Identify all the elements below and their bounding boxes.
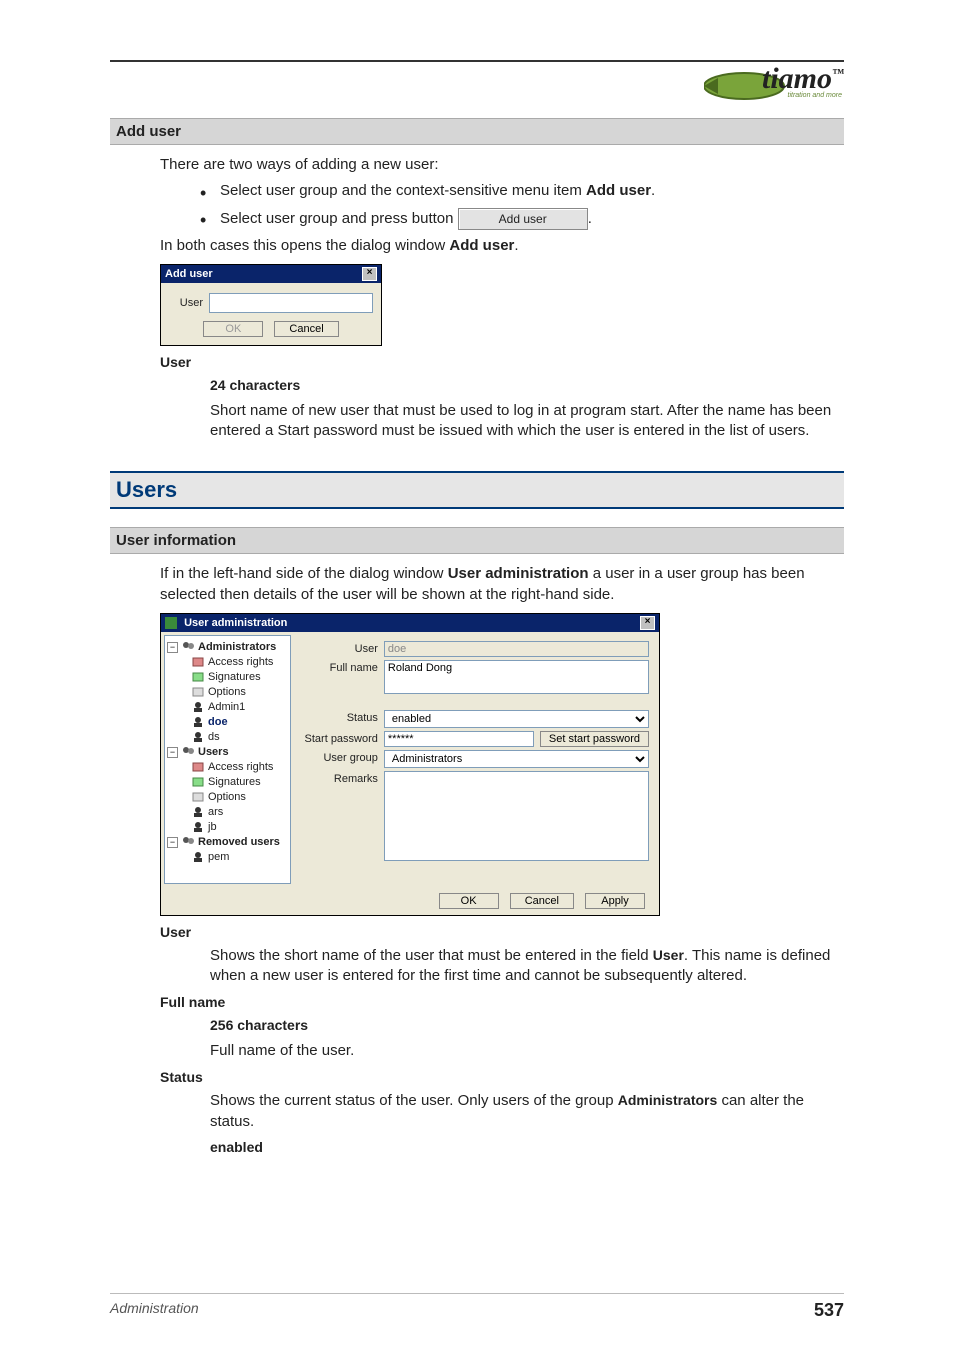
access-rights-icon (191, 761, 205, 773)
users-field-user-title: User (160, 924, 844, 940)
close-icon[interactable]: × (640, 616, 655, 630)
section-heading-add-user: Add user (110, 118, 844, 145)
user-info-intro: If in the left-hand side of the dialog w… (160, 564, 844, 605)
add-user-dialog-ok-button[interactable]: OK (203, 321, 263, 337)
user-admin-tree[interactable]: − Administrators Access rights Signature… (164, 635, 291, 884)
brand-tm: ™ (832, 66, 844, 80)
tree-user-doe[interactable]: doe (167, 715, 288, 730)
field-user-limit: 24 characters (210, 376, 844, 395)
add-user-dialog: Add user × User OK Cancel (160, 264, 382, 346)
users-group-icon (181, 746, 195, 758)
collapse-icon[interactable]: − (167, 747, 178, 758)
field-user-title: User (160, 354, 844, 370)
user-icon (191, 701, 205, 713)
ua-user-label: User (298, 641, 378, 655)
close-icon[interactable]: × (362, 267, 377, 281)
ua-user-field (384, 641, 649, 657)
tree-access-rights[interactable]: Access rights (167, 655, 288, 670)
ua-startpw-field[interactable] (384, 731, 534, 747)
users-field-fullname-title: Full name (160, 994, 844, 1010)
heading-users: Users (110, 471, 844, 509)
user-admin-dialog: User administration × − Administrators A… (160, 613, 660, 916)
app-icon (165, 617, 177, 629)
tree-user-ds[interactable]: ds (167, 730, 288, 745)
ua-fullname-field[interactable] (384, 660, 649, 694)
section-heading-user-information: User information (110, 527, 844, 554)
ua-remarks-label: Remarks (298, 771, 378, 785)
ua-apply-button[interactable]: Apply (585, 893, 645, 909)
brand-tagline: titration and more (788, 92, 842, 99)
add-user-both-cases: In both cases this opens the dialog wind… (160, 236, 844, 256)
footer-page-number: 537 (814, 1300, 844, 1321)
add-user-dialog-user-label: User (169, 297, 203, 309)
users-group-icon (181, 836, 195, 848)
brand-logo: tiamo™ titration and more (110, 68, 844, 108)
users-field-status-title: Status (160, 1069, 844, 1085)
ua-group-select[interactable]: Administrators (384, 750, 649, 768)
ua-startpw-label: Start password (298, 731, 378, 745)
ua-group-label: User group (298, 750, 378, 764)
tree-options-2[interactable]: Options (167, 790, 288, 805)
tree-user-jb[interactable]: jb (167, 820, 288, 835)
options-icon (191, 686, 205, 698)
users-field-status-enabled: enabled (210, 1138, 844, 1157)
footer-section: Administration (110, 1300, 199, 1321)
tree-options[interactable]: Options (167, 685, 288, 700)
tree-group-administrators[interactable]: − Administrators (167, 640, 288, 655)
user-icon (191, 716, 205, 728)
user-icon (191, 806, 205, 818)
add-user-dialog-title: Add user (165, 268, 213, 280)
tree-access-rights-2[interactable]: Access rights (167, 760, 288, 775)
user-admin-form: User Full name Status enabled Start pass… (294, 632, 659, 887)
collapse-icon[interactable]: − (167, 837, 178, 848)
tree-group-removed[interactable]: − Removed users (167, 835, 288, 850)
field-user-desc: Short name of new user that must be used… (210, 401, 844, 442)
users-group-icon (181, 641, 195, 653)
ua-status-label: Status (298, 710, 378, 724)
tree-user-pem[interactable]: pem (167, 850, 288, 865)
users-field-fullname-desc: Full name of the user. (210, 1041, 844, 1061)
add-user-button-img: Add user (458, 208, 588, 230)
users-field-status-desc: Shows the current status of the user. On… (210, 1091, 844, 1132)
tree-signatures[interactable]: Signatures (167, 670, 288, 685)
users-field-user-desc: Shows the short name of the user that mu… (210, 946, 844, 987)
add-user-bullet-1: Select user group and the context-sensit… (220, 181, 844, 201)
tree-signatures-2[interactable]: Signatures (167, 775, 288, 790)
signatures-icon (191, 776, 205, 788)
ua-ok-button[interactable]: OK (439, 893, 499, 909)
tree-group-users[interactable]: − Users (167, 745, 288, 760)
ua-status-select[interactable]: enabled (384, 710, 649, 728)
add-user-dialog-cancel-button[interactable]: Cancel (274, 321, 338, 337)
user-icon (191, 731, 205, 743)
user-icon (191, 821, 205, 833)
add-user-bullet-2: Select user group and press button Add u… (220, 208, 844, 230)
access-rights-icon (191, 656, 205, 668)
ua-fullname-label: Full name (298, 660, 378, 674)
add-user-dialog-user-input[interactable] (209, 293, 373, 313)
tree-user-admin1[interactable]: Admin1 (167, 700, 288, 715)
signatures-icon (191, 671, 205, 683)
users-field-fullname-limit: 256 characters (210, 1016, 844, 1035)
add-user-intro: There are two ways of adding a new user: (160, 155, 844, 175)
user-admin-dialog-title: User administration (184, 617, 287, 629)
ua-cancel-button[interactable]: Cancel (510, 893, 574, 909)
user-icon (191, 851, 205, 863)
collapse-icon[interactable]: − (167, 642, 178, 653)
set-start-password-button[interactable]: Set start password (540, 731, 649, 747)
tree-user-ars[interactable]: ars (167, 805, 288, 820)
brand-name: tiamo (762, 62, 832, 95)
ua-remarks-field[interactable] (384, 771, 649, 861)
options-icon (191, 791, 205, 803)
top-rule (110, 60, 844, 62)
